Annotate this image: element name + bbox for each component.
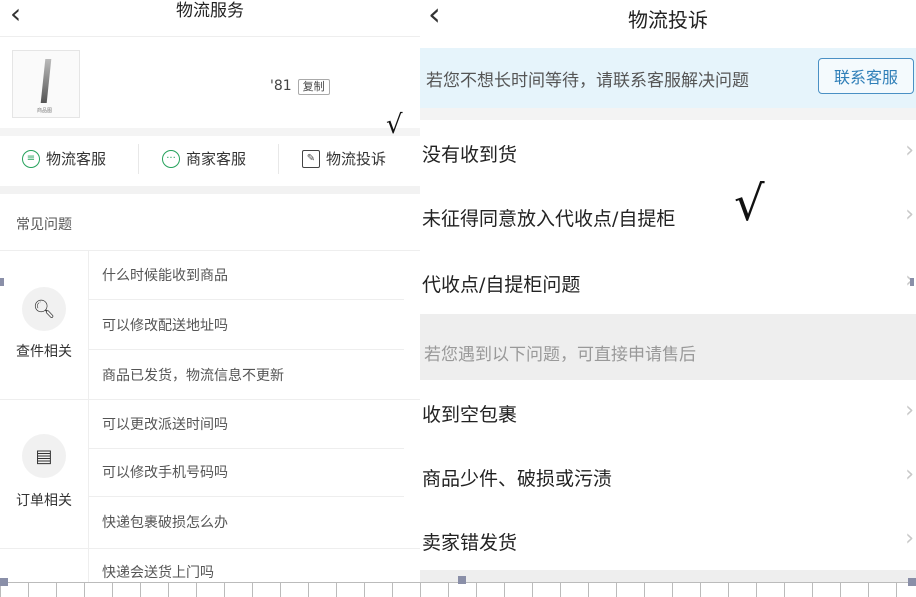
product-image-shape <box>40 59 52 103</box>
chat-list-icon: ≡ <box>22 149 40 168</box>
item-label: 未征得同意放入代收点/自提柜 <box>422 208 676 230</box>
action-label: 物流投诉 <box>326 150 387 168</box>
logistics-complaint-panel: ‹ 物流投诉 若您不想长时间等待，请联系客服解决问题 联系客服 没有收到货 › … <box>420 0 916 582</box>
divider <box>138 144 139 174</box>
faq-question[interactable]: 可以更改派送时间吗 <box>102 414 228 434</box>
resize-handle[interactable] <box>0 578 8 586</box>
chevron-right-icon: › <box>905 202 914 227</box>
faq-question[interactable]: 商品已发货，物流信息不更新 <box>102 365 284 385</box>
resize-handle[interactable] <box>908 578 916 586</box>
search-icon: 🔍︎ <box>22 287 66 331</box>
contact-support-button[interactable]: 联系客服 <box>818 58 914 94</box>
divider <box>278 144 279 174</box>
order-number-text: '81 <box>270 78 292 94</box>
banner-text: 若您不想长时间等待，请联系客服解决问题 <box>426 71 749 91</box>
faq-question[interactable]: 快递会送货上门吗 <box>102 562 214 582</box>
faq-category: 🔍︎ 查件相关 <box>0 251 89 399</box>
section-gap <box>420 108 916 120</box>
logistics-service-panel: ‹ 物流服务 商品图 '81 复制 √ ≡ 物流客服 ··· 商家客服 ✎ 物流投… <box>0 0 420 582</box>
chevron-right-icon: › <box>905 138 914 163</box>
action-label: 商家客服 <box>186 150 247 168</box>
product-thumbnail[interactable]: 商品图 <box>12 50 80 118</box>
complaint-item-damaged[interactable]: 商品少件、破损或污渍 › <box>420 444 916 508</box>
complaint-item-pickup-issue[interactable]: 代收点/自提柜问题 › <box>420 250 916 314</box>
resize-handle[interactable] <box>458 576 466 584</box>
page-title: 物流服务 <box>176 1 244 21</box>
faq-group-order: ▤ 订单相关 可以更改派送时间吗 可以修改手机号码吗 快递包裹破损怎么办 <box>0 400 420 549</box>
row-divider <box>88 299 404 300</box>
faq-question[interactable]: 可以修改手机号码吗 <box>102 462 228 482</box>
logistics-support-button[interactable]: ≡ 物流客服 <box>22 148 106 169</box>
row-divider <box>88 448 404 449</box>
category-label: 查件相关 <box>16 344 72 360</box>
thumbnail-caption: 商品图 <box>37 108 53 114</box>
right-header: ‹ 物流投诉 <box>420 0 916 42</box>
canvas-ruler <box>0 582 916 597</box>
complaint-edit-icon: ✎ <box>302 149 320 168</box>
merchant-support-button[interactable]: ··· 商家客服 <box>162 148 246 169</box>
item-label: 代收点/自提柜问题 <box>422 274 581 296</box>
resize-handle[interactable] <box>0 278 4 286</box>
copy-button[interactable]: 复制 <box>297 79 330 95</box>
chevron-right-icon: › <box>905 398 914 423</box>
service-actions: ≡ 物流客服 ··· 商家客服 ✎ 物流投诉 <box>0 134 420 194</box>
product-card: 商品图 '81 复制 √ <box>0 40 420 140</box>
order-number: '81 复制 <box>270 78 330 95</box>
faq-question[interactable]: 什么时候能收到商品 <box>102 265 228 285</box>
action-label: 物流客服 <box>46 150 107 168</box>
left-header: ‹ 物流服务 <box>0 0 420 37</box>
contact-banner: 若您不想长时间等待，请联系客服解决问题 联系客服 <box>420 48 916 108</box>
clipboard-icon: ▤ <box>22 434 66 478</box>
note-text: 若您遇到以下问题，可直接申请售后 <box>424 345 696 365</box>
resize-handle[interactable] <box>910 278 914 286</box>
faq-category: ▤ 订单相关 <box>0 400 89 548</box>
row-divider <box>88 496 404 497</box>
item-label: 卖家错发货 <box>422 532 518 554</box>
item-label: 收到空包裹 <box>422 404 518 426</box>
faq-title: 常见问题 <box>16 217 72 233</box>
chevron-right-icon: › <box>905 462 914 487</box>
faq-header: 常见问题 <box>0 196 420 251</box>
faq-question[interactable]: 可以修改配送地址吗 <box>102 315 228 335</box>
chevron-right-icon: › <box>905 526 914 551</box>
bottom-gap <box>420 570 916 582</box>
item-label: 没有收到货 <box>422 144 518 166</box>
logistics-complaint-button[interactable]: ✎ 物流投诉 <box>302 148 386 169</box>
complaint-item-not-received[interactable]: 没有收到货 › <box>420 120 916 184</box>
faq-category <box>0 549 89 582</box>
item-label: 商品少件、破损或污渍 <box>422 468 613 490</box>
chat-dots-icon: ··· <box>162 149 180 168</box>
row-divider <box>88 349 404 350</box>
complaint-item-pickup-point[interactable]: 未征得同意放入代收点/自提柜 › <box>420 184 916 248</box>
category-label: 订单相关 <box>16 493 72 509</box>
page-title: 物流投诉 <box>628 8 708 32</box>
complaint-item-empty-package[interactable]: 收到空包裹 › <box>420 380 916 444</box>
faq-question[interactable]: 快递包裹破损怎么办 <box>102 512 228 532</box>
after-sales-note: 若您遇到以下问题，可直接申请售后 <box>420 314 916 380</box>
faq-group-tracking: 🔍︎ 查件相关 什么时候能收到商品 可以修改配送地址吗 商品已发货，物流信息不更… <box>0 251 420 400</box>
handwritten-check-mark: √ <box>734 176 765 232</box>
complaint-item-wrong-item[interactable]: 卖家错发货 › <box>420 508 916 572</box>
